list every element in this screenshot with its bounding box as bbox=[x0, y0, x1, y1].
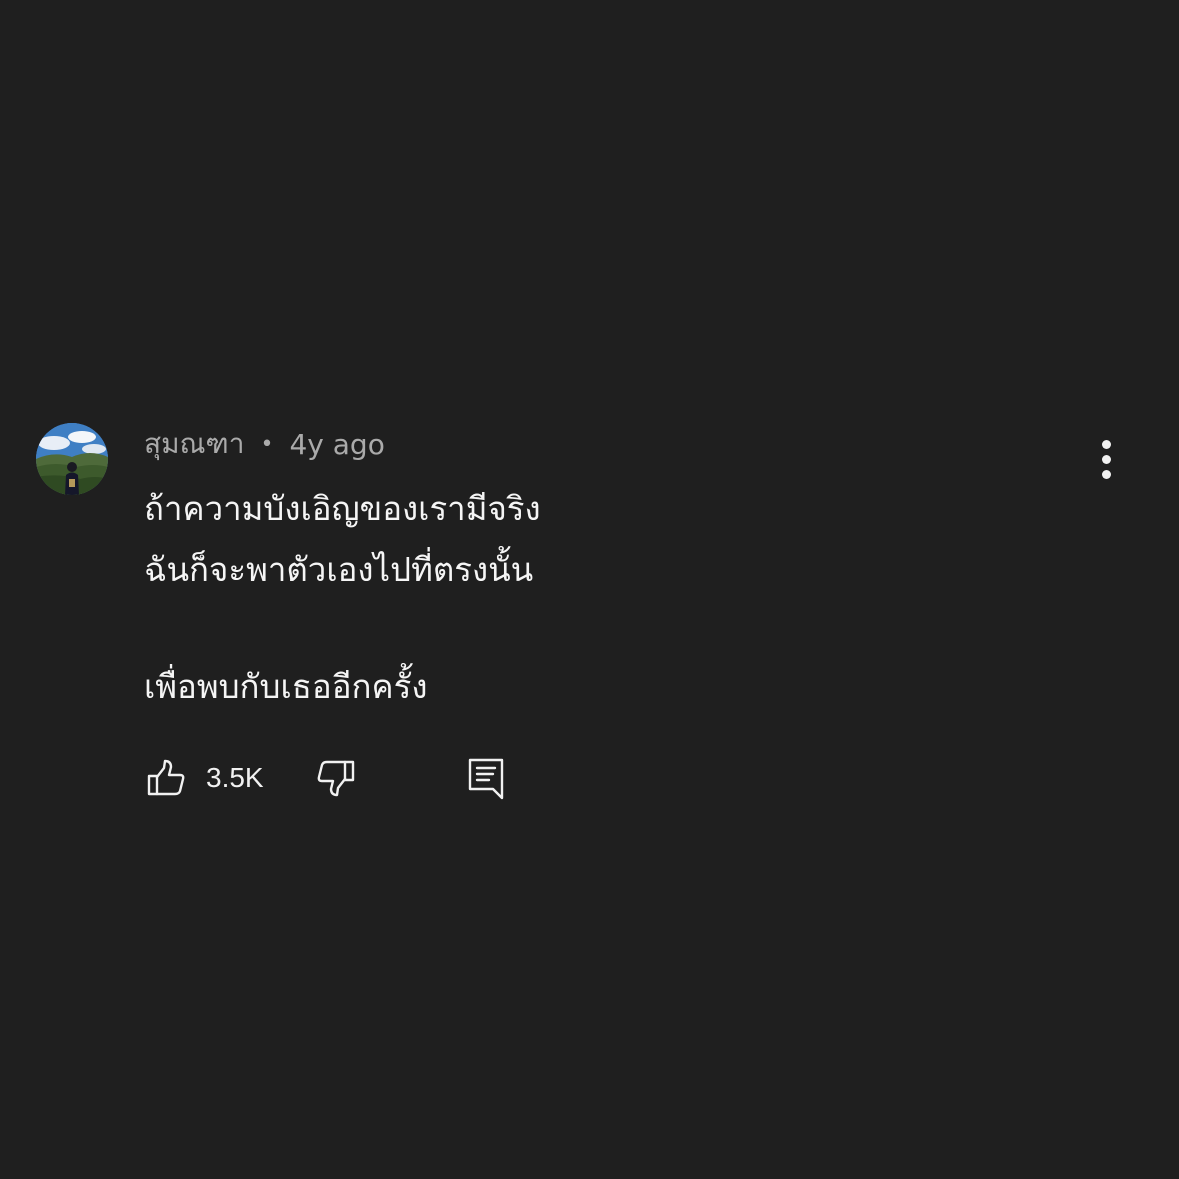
like-button[interactable]: 3.5K bbox=[144, 754, 264, 802]
avatar[interactable] bbox=[36, 423, 108, 495]
comment-actions: 3.5K bbox=[144, 754, 524, 802]
more-vertical-icon bbox=[1102, 440, 1111, 449]
reply-button[interactable] bbox=[464, 754, 508, 802]
comment-timestamp: 4y ago bbox=[289, 427, 385, 461]
like-count: 3.5K bbox=[206, 762, 264, 793]
more-vertical-icon-dot-2 bbox=[1102, 455, 1111, 464]
more-vertical-icon-dot-3 bbox=[1102, 470, 1111, 479]
more-options-button[interactable] bbox=[1086, 436, 1128, 482]
comment-line-1: ถ้าความบังเอิญของเรามีจริง bbox=[144, 489, 541, 528]
comment-item: สุมณฑา • 4y ago ถ้าความบังเอิญของเรามีจร… bbox=[0, 0, 1179, 1179]
thumb-down-icon bbox=[314, 756, 358, 800]
comment-line-2: ฉันก็จะพาตัวเองไปที่ตรงนั้น bbox=[144, 550, 534, 589]
avatar-photo-icon bbox=[36, 423, 108, 495]
dislike-button[interactable] bbox=[314, 754, 358, 802]
comment-reply-icon bbox=[464, 756, 508, 800]
comment-line-3: เพื่อพบกับเธออีกครั้ง bbox=[144, 667, 428, 706]
meta-separator: • bbox=[260, 431, 274, 457]
comment-text: ถ้าความบังเอิญของเรามีจริง ฉันก็จะพาตัวเ… bbox=[144, 478, 1044, 717]
thumb-up-icon bbox=[144, 756, 188, 800]
author-name[interactable]: สุมณฑา bbox=[144, 422, 245, 466]
comment-meta: สุมณฑา • 4y ago bbox=[144, 424, 385, 464]
